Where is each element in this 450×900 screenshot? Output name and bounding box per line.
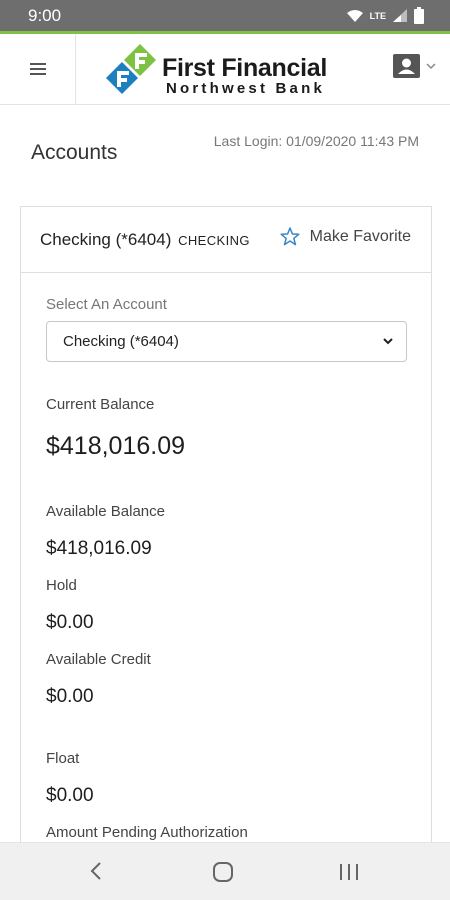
float-label: Float <box>46 750 80 767</box>
current-balance-label: Current Balance <box>46 396 155 413</box>
star-outline-icon <box>280 227 300 246</box>
account-card: Checking (*6404) CHECKING Make Favorite … <box>20 206 432 900</box>
available-balance-value: $418,016.09 <box>46 538 152 559</box>
app-header: First Financial Northwest Bank <box>0 34 450 105</box>
page-title: Accounts <box>31 141 118 164</box>
account-title: Checking (*6404) CHECKING <box>40 230 250 250</box>
hamburger-menu-icon <box>29 63 46 75</box>
logo-mark-icon <box>106 44 156 94</box>
bank-name-line1: First Financial <box>162 54 327 82</box>
recents-bars-icon[interactable] <box>338 864 360 880</box>
available-balance-label: Available Balance <box>46 503 165 520</box>
current-balance-value: $418,016.09 <box>46 432 186 460</box>
bank-name-line2: Northwest Bank <box>166 80 325 97</box>
status-time: 9:00 <box>28 6 62 25</box>
status-bar: 9:00 LTE <box>0 0 450 31</box>
chevron-down-icon <box>383 338 393 345</box>
signal-icon <box>393 9 407 22</box>
pending-authorization-label: Amount Pending Authorization <box>46 824 248 841</box>
chevron-down-icon <box>426 62 436 69</box>
battery-icon <box>414 7 424 24</box>
user-profile-icon <box>393 54 420 78</box>
account-name: Checking (*6404) <box>40 230 172 249</box>
account-type: CHECKING <box>178 233 250 248</box>
back-chevron-icon[interactable] <box>88 861 104 881</box>
available-credit-label: Available Credit <box>46 651 151 668</box>
select-account-label: Select An Account <box>46 296 167 313</box>
user-menu-button[interactable] <box>393 54 436 78</box>
account-select-value: Checking (*6404) <box>63 333 179 350</box>
hold-value: $0.00 <box>46 612 94 633</box>
system-nav-bar <box>0 842 450 900</box>
wifi-icon <box>346 9 363 22</box>
network-type: LTE <box>369 10 386 21</box>
status-icons: LTE <box>346 7 424 24</box>
make-favorite-button[interactable]: Make Favorite <box>280 227 411 246</box>
hold-label: Hold <box>46 577 77 594</box>
float-value: $0.00 <box>46 785 94 806</box>
last-login-text: Last Login: 01/09/2020 11:43 PM <box>213 133 419 149</box>
available-credit-value: $0.00 <box>46 686 94 707</box>
bank-logo[interactable]: First Financial Northwest Bank <box>104 42 336 98</box>
account-select[interactable]: Checking (*6404) <box>46 321 407 362</box>
home-square-icon[interactable] <box>212 862 234 882</box>
menu-button[interactable] <box>0 34 76 104</box>
account-card-header: Checking (*6404) CHECKING Make Favorite <box>21 207 431 273</box>
make-favorite-label: Make Favorite <box>309 227 411 245</box>
